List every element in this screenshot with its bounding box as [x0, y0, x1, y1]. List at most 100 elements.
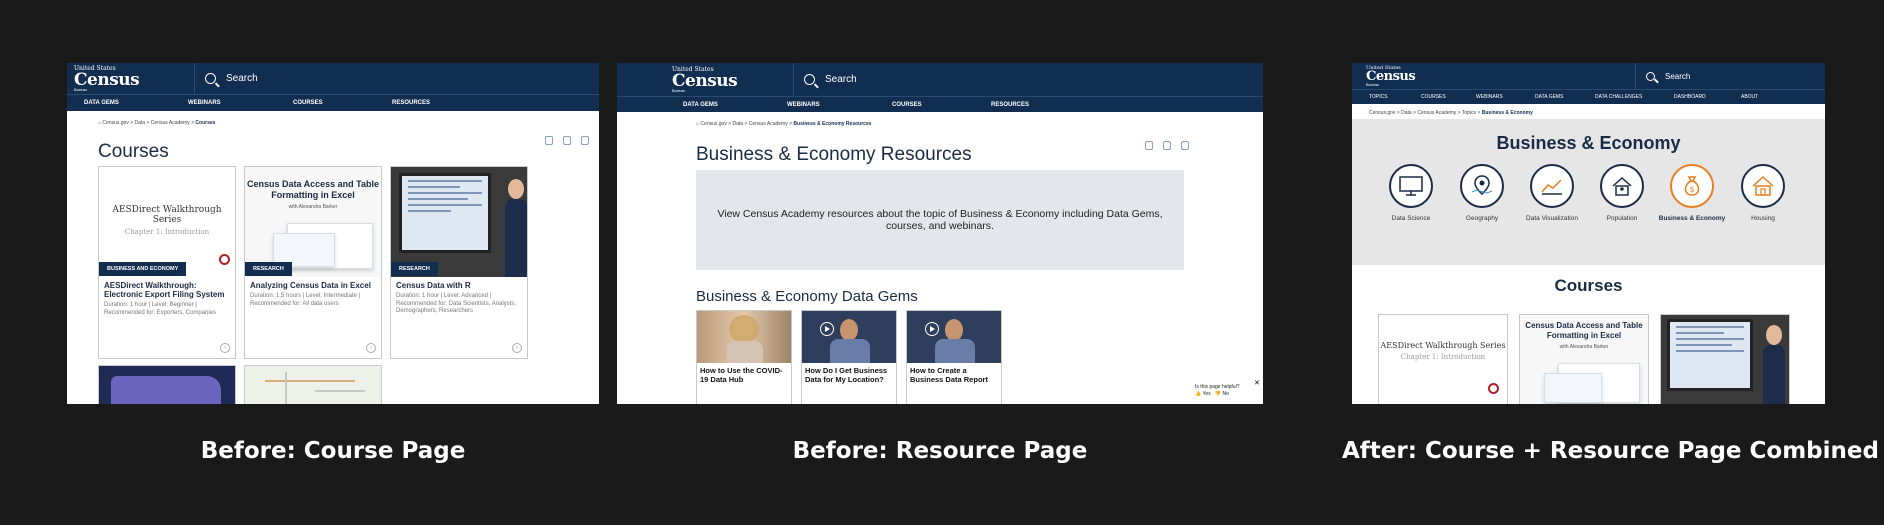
topic-business-economy[interactable]: $ Business & Economy — [1657, 164, 1727, 222]
main-nav: DATA GEMS WEBINARS COURSES RESOURCES — [617, 97, 1263, 112]
course-card[interactable] — [244, 365, 382, 404]
search-bar[interactable]: Search — [1636, 71, 1690, 81]
census-logo[interactable]: United States Census Bureau — [67, 63, 195, 95]
linkedin-icon[interactable] — [1181, 141, 1189, 150]
data-gem-title[interactable]: How Do I Get Business Data for My Locati… — [805, 366, 891, 384]
line-chart-icon — [1541, 179, 1562, 195]
census-seal-icon — [219, 254, 230, 265]
map-thumbnail — [245, 366, 381, 404]
search-input[interactable]: Search — [226, 73, 258, 84]
topic-data-science[interactable]: Data Science — [1376, 164, 1446, 222]
nav-data-challenges[interactable]: DATA CHALLENGES — [1595, 94, 1642, 100]
svg-text:$: $ — [1689, 185, 1694, 194]
data-gem-title[interactable]: How to Use the COVID-19 Data Hub — [700, 366, 786, 384]
nav-courses[interactable]: COURSES — [892, 102, 922, 108]
search-icon — [1646, 71, 1655, 81]
search-input[interactable]: Search — [825, 74, 857, 85]
breadcrumb: ⌂ Census.gov > Data > Census Academy > C… — [98, 120, 216, 126]
linkedin-icon[interactable] — [581, 136, 589, 145]
feedback-no[interactable]: No — [1223, 391, 1229, 397]
video-thumbnail — [907, 311, 1001, 363]
search-bar[interactable]: Search — [195, 73, 258, 84]
nav-dashboard[interactable]: DASHBOARD — [1674, 94, 1706, 100]
course-title[interactable]: AESDirect Walkthrough: Electronic Export… — [104, 281, 232, 299]
nav-data-gems[interactable]: DATA GEMS — [1535, 94, 1563, 100]
page-title: Business & Economy Resources — [696, 144, 972, 165]
spreadsheet-illustration — [1544, 373, 1602, 403]
course-card[interactable]: AESDirect Walkthrough Series Chapter 1: … — [98, 166, 236, 359]
course-card[interactable]: Census Data Access and Table Formatting … — [244, 166, 382, 359]
breadcrumb: ⌂ Census.gov > Data > Census Academy > B… — [696, 121, 872, 127]
nav-webinars[interactable]: WEBINARS — [188, 100, 221, 106]
nav-data-gems[interactable]: DATA GEMS — [84, 100, 119, 106]
census-logo[interactable]: United States Census Bureau — [617, 63, 794, 97]
search-icon — [205, 73, 216, 84]
course-thumbnail: AESDirect Walkthrough Series Chapter 1: … — [99, 167, 235, 277]
topic-population[interactable]: Population — [1587, 164, 1657, 222]
course-meta: Duration: 1 hour | Level: Advanced | Rec… — [396, 293, 517, 314]
topic-hero: Business & Economy Data Science Geograph… — [1352, 119, 1825, 265]
topic-geography[interactable]: Geography — [1447, 164, 1517, 222]
presenter-figure — [505, 199, 527, 277]
twitter-icon[interactable] — [563, 136, 571, 145]
course-card[interactable] — [1660, 314, 1790, 404]
site-header: United States Census Bureau Search TOPIC… — [1352, 63, 1825, 104]
nav-about[interactable]: ABOUT — [1741, 94, 1758, 100]
presentation-screen — [1667, 319, 1753, 391]
nav-webinars[interactable]: WEBINARS — [1476, 94, 1503, 100]
nav-webinars[interactable]: WEBINARS — [787, 102, 820, 108]
arrow-right-icon[interactable]: › — [366, 343, 376, 353]
course-card[interactable]: Census Data Access and Table Formatting … — [1519, 314, 1649, 404]
section-title: Business & Economy Data Gems — [696, 288, 918, 305]
course-meta: Duration: 1.5 hours | Level: Intermediat… — [250, 293, 361, 307]
presenter-figure — [1763, 345, 1785, 404]
caption-before-course: Before: Course Page — [200, 438, 466, 464]
play-icon[interactable] — [820, 322, 834, 336]
nav-data-gems[interactable]: DATA GEMS — [683, 102, 718, 108]
map-pin-icon — [1471, 175, 1493, 195]
census-logo[interactable]: United States Census Bureau — [1352, 63, 1636, 90]
thumbs-up-icon[interactable]: 👍 — [1195, 391, 1201, 397]
money-bag-icon: $ — [1684, 176, 1700, 196]
course-title[interactable]: Census Data with R — [396, 281, 524, 290]
search-input[interactable]: Search — [1665, 72, 1690, 81]
nav-topics[interactable]: TOPICS — [1369, 94, 1388, 100]
intro-text: View Census Academy resources about the … — [717, 208, 1163, 232]
category-tag: BUSINESS AND ECONOMY — [99, 262, 187, 276]
nav-resources[interactable]: RESOURCES — [392, 100, 430, 106]
topic-data-visualization[interactable]: Data Visualization — [1517, 164, 1587, 222]
course-card[interactable] — [98, 365, 236, 404]
thumbs-down-icon[interactable]: 👎 — [1215, 391, 1221, 397]
course-card[interactable]: AESDirect Walkthrough Series Chapter 1: … — [1378, 314, 1508, 404]
course-title[interactable]: Analyzing Census Data in Excel — [250, 281, 378, 290]
page-title: Business & Economy — [1496, 133, 1681, 153]
search-bar[interactable]: Search — [794, 74, 857, 85]
house-icon — [1752, 175, 1774, 196]
twitter-icon[interactable] — [1163, 141, 1171, 150]
arrow-right-icon[interactable]: › — [220, 343, 230, 353]
video-thumbnail — [802, 311, 896, 363]
feedback-question: Is this page helpful? — [1195, 384, 1240, 390]
feedback-yes[interactable]: Yes — [1203, 391, 1211, 397]
facebook-icon[interactable] — [545, 136, 553, 145]
arrow-right-icon[interactable]: › — [512, 343, 522, 353]
facebook-icon[interactable] — [1145, 141, 1153, 150]
house-people-icon — [1612, 176, 1632, 196]
course-meta: Duration: 1 hour | Level: Beginner | Rec… — [104, 302, 217, 316]
data-gem-title[interactable]: How to Create a Business Data Report — [910, 366, 996, 384]
topic-housing[interactable]: Housing — [1728, 164, 1798, 222]
play-icon[interactable] — [925, 322, 939, 336]
nav-courses[interactable]: COURSES — [1421, 94, 1446, 100]
section-title: Courses — [1554, 276, 1623, 295]
nav-resources[interactable]: RESOURCES — [991, 102, 1029, 108]
course-card[interactable]: RESEARCH Census Data with R Duration: 1 … — [390, 166, 528, 359]
nav-courses[interactable]: COURSES — [293, 100, 323, 106]
close-icon[interactable]: ✕ — [1254, 379, 1260, 387]
before-course-page-screenshot: United States Census Bureau Search DATA … — [67, 63, 599, 404]
data-gem-card[interactable]: How to Create a Business Data Report — [906, 310, 1002, 404]
course-thumbnail — [391, 167, 527, 277]
data-gem-card[interactable]: How to Use the COVID-19 Data Hub — [696, 310, 792, 404]
data-gem-card[interactable]: How Do I Get Business Data for My Locati… — [801, 310, 897, 404]
census-seal-icon — [1488, 383, 1499, 394]
map-thumbnail — [99, 366, 235, 404]
